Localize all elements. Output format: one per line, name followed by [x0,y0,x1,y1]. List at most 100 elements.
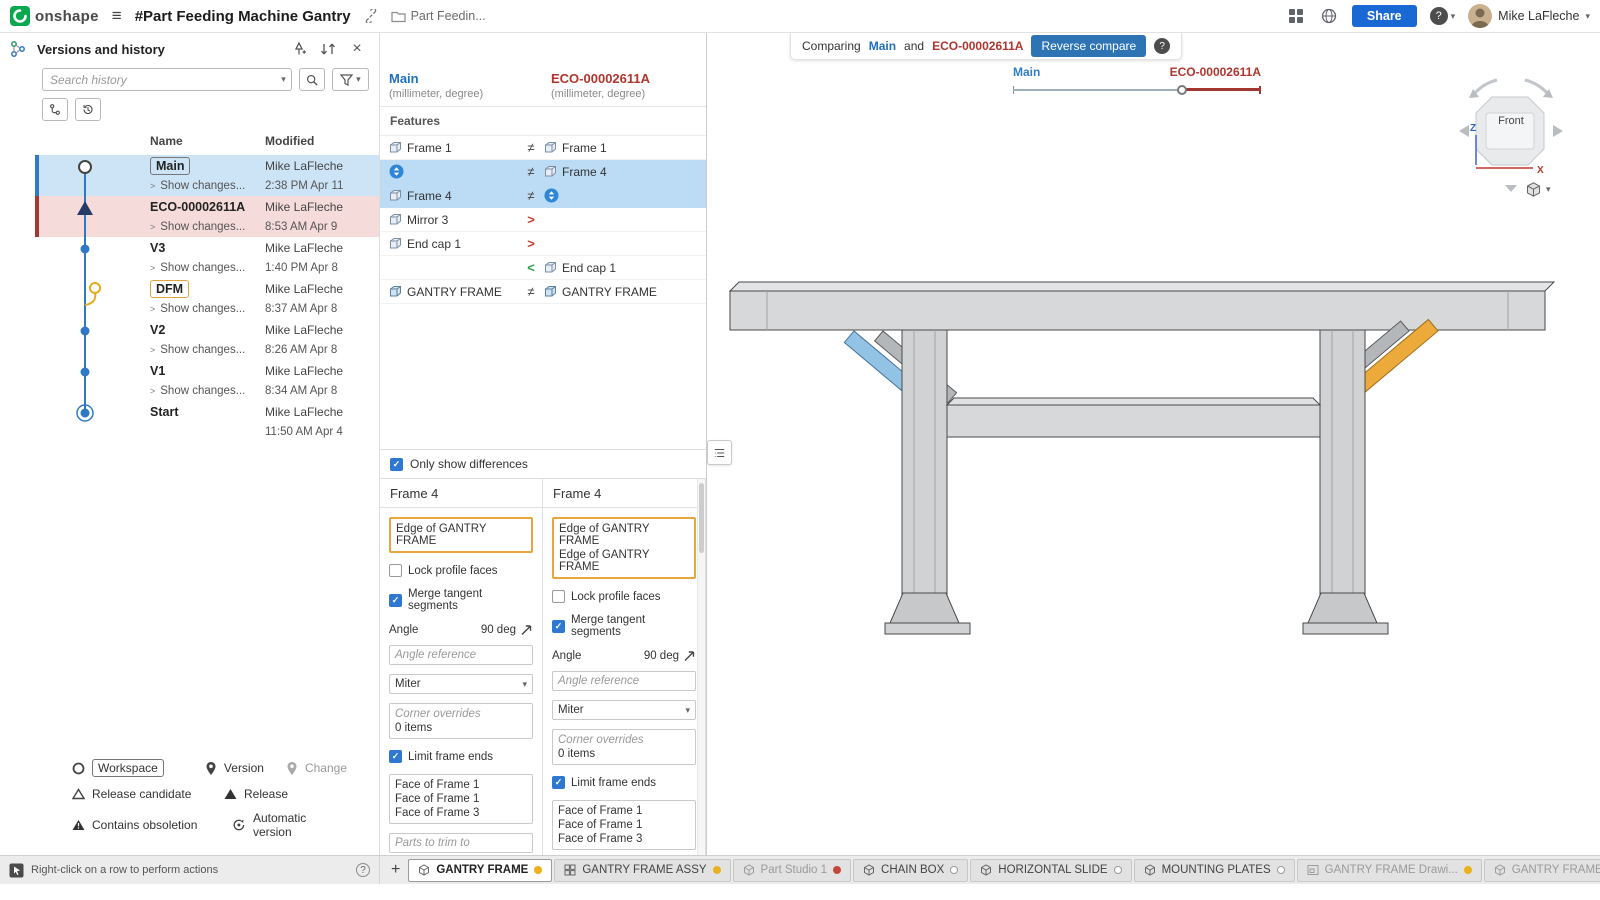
angle-reference-field[interactable]: Angle reference [552,671,696,691]
toggle-graph-view-button[interactable] [42,98,68,121]
tab-gantry-frame-2[interactable]: GANTRY FRAME [1484,859,1600,882]
lock-profile-checkbox[interactable] [552,590,565,603]
show-changes-link[interactable]: >Show changes... [150,344,265,356]
frame-ends-field[interactable]: Face of Frame 1 Face of Frame 1 Face of … [552,800,696,850]
version-row-v1[interactable]: V1 Mike LaFleche >Show changes... 8:34 A… [35,360,379,401]
globe-icon[interactable] [1319,6,1339,26]
viewport-3d[interactable]: Comparing Main and ECO-00002611A Reverse… [707,33,1600,855]
corner-type-select[interactable]: Miter ▾ [389,674,533,694]
legend-workspace: Workspace [72,759,183,777]
slider-handle[interactable] [1177,85,1187,95]
tab-gantry-frame-drawing[interactable]: GANTRY FRAME Drawi... [1297,859,1482,882]
features-section-label: Features [380,107,706,136]
slider-left-label[interactable]: Main [1013,65,1040,79]
corner-type-select[interactable]: Miter ▾ [552,700,696,720]
merge-tangent-checkbox[interactable] [389,594,402,607]
flip-direction-icon[interactable] [683,649,696,662]
show-changes-link[interactable]: >Show changes... [150,385,265,397]
limit-frame-ends-checkbox[interactable] [389,750,402,763]
compare-right-name[interactable]: ECO-00002611A [551,71,704,86]
open-feature-list-button[interactable] [707,440,732,465]
chevron-down-icon: ▾ [1546,184,1551,195]
reverse-compare-button[interactable]: Reverse compare [1031,35,1146,57]
feature-compare-row[interactable]: GANTRY FRAME ≠ GANTRY FRAME [380,280,706,304]
expand-arrow-icon: > [150,263,155,273]
tab-chain-box[interactable]: CHAIN BOX [853,859,968,882]
limit-frame-ends-checkbox[interactable] [552,776,565,789]
version-row-v2[interactable]: V2 Mike LaFleche >Show changes... 8:26 A… [35,319,379,360]
row-author: Mike LaFleche [265,159,380,173]
version-row-main[interactable]: Main Mike LaFleche >Show changes... 2:38… [35,155,379,196]
create-version-icon[interactable] [289,39,309,59]
menu-icon[interactable]: ≡ [109,6,125,26]
drawing-icon [1307,864,1319,876]
part-studio-icon [389,285,402,298]
flip-direction-icon[interactable] [520,623,533,636]
help-menu[interactable]: ? ▾ [1430,7,1456,25]
comparing-right-link[interactable]: ECO-00002611A [932,39,1023,53]
filter-icon [340,74,353,86]
breadcrumb-folder[interactable]: Part Feedin... [391,9,486,23]
help-icon[interactable]: ? [356,863,370,877]
filter-button[interactable]: ▾ [332,68,369,91]
profile-selection-field[interactable]: Edge of GANTRY FRAME Edge of GANTRY FRAM… [552,517,696,579]
history-clock-button[interactable] [75,98,101,121]
feature-compare-row[interactable]: Mirror 3 > [380,208,706,232]
feature-compare-row[interactable]: End cap 1 > [380,232,706,256]
compare-left-name[interactable]: Main [389,71,542,86]
tab-mounting-plates[interactable]: MOUNTING PLATES [1134,859,1295,882]
apps-grid-icon[interactable] [1286,6,1306,26]
parts-to-trim-field[interactable]: Parts to trim to [389,833,533,853]
row-time: 11:50 AM Apr 4 [265,426,380,438]
comparing-left-link[interactable]: Main [869,39,896,53]
frame-ends-field[interactable]: Face of Frame 1 Face of Frame 1 Face of … [389,774,533,824]
add-tab-button[interactable]: + [385,860,406,880]
view-cube-front-face[interactable]: Front [1485,115,1537,127]
only-differences-checkbox[interactable] [390,458,403,471]
compare-versions-icon[interactable] [318,39,338,59]
view-options-button[interactable]: ▾ [1525,181,1551,198]
tab-gantry-frame-assy[interactable]: GANTRY FRAME ASSY [554,859,730,882]
merge-tangent-checkbox[interactable] [552,620,565,633]
profile-selection-field[interactable]: Edge of GANTRY FRAME [389,517,533,553]
show-changes-link[interactable]: >Show changes... [150,303,265,315]
workspace-icon [72,762,85,775]
angle-reference-field[interactable]: Angle reference [389,645,533,665]
search-input[interactable] [42,68,292,91]
angle-value[interactable]: 90 deg [644,650,679,662]
user-name: Mike LaFleche [1498,9,1579,23]
lock-profile-checkbox[interactable] [389,564,402,577]
help-icon[interactable]: ? [1154,38,1170,54]
show-changes-link[interactable]: >Show changes... [150,262,265,274]
feature-compare-row[interactable]: Frame 4 ≠ [380,184,706,208]
corner-overrides-field[interactable]: Corner overrides 0 items [389,703,533,739]
view-cube[interactable]: Z X Front [1445,69,1577,201]
close-icon[interactable]: × [347,39,367,59]
onshape-logo[interactable]: onshape [10,6,99,26]
tab-part-studio-1[interactable]: Part Studio 1 [733,859,851,882]
user-menu[interactable]: Mike LaFleche ▾ [1468,4,1590,28]
row-author: Mike LaFleche [265,405,380,419]
angle-value[interactable]: 90 deg [481,624,516,636]
version-row-v3[interactable]: V3 Mike LaFleche >Show changes... 1:40 P… [35,237,379,278]
version-row-eco[interactable]: ECO-00002611A Mike LaFleche >Show change… [35,196,379,237]
tab-horizontal-slide[interactable]: HORIZONTAL SLIDE [970,859,1131,882]
search-button[interactable] [299,68,325,91]
corner-overrides-field[interactable]: Corner overrides 0 items [552,729,696,765]
show-changes-link[interactable]: >Show changes... [150,221,265,233]
chevron-down-icon: ▾ [1451,11,1456,22]
copy-link-icon[interactable] [361,6,381,26]
share-button[interactable]: Share [1352,5,1417,27]
slider-right-label[interactable]: ECO-00002611A [1170,65,1261,79]
version-row-start[interactable]: Start Mike LaFleche 11:50 AM Apr 4 [35,401,379,442]
show-changes-link[interactable]: >Show changes... [150,180,265,192]
feature-compare-row[interactable]: Frame 1 ≠ Frame 1 [380,136,706,160]
slider-track[interactable] [1013,84,1261,96]
feature-compare-row[interactable]: < End cap 1 [380,256,706,280]
avatar [1468,4,1492,28]
version-row-dfm[interactable]: DFM Mike LaFleche >Show changes... 8:37 … [35,278,379,319]
row-time: 8:34 AM Apr 8 [265,385,380,397]
feature-compare-row[interactable]: ≠ Frame 4 [380,160,706,184]
tab-gantry-frame[interactable]: GANTRY FRAME [408,859,552,882]
chevron-down-icon[interactable]: ▾ [281,74,286,85]
